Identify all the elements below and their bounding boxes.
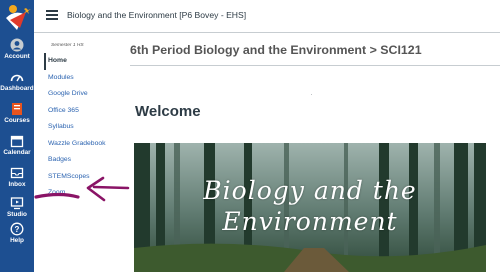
course-nav-home[interactable]: Home bbox=[44, 53, 114, 70]
welcome-heading: Welcome bbox=[135, 103, 201, 120]
term-label: Semester 1 HS bbox=[51, 43, 84, 48]
global-nav: Account Dashboard Courses Calendar Inbox bbox=[0, 0, 34, 272]
banner-title-line-1: Biology and the bbox=[203, 176, 417, 205]
course-nav-stemscopes[interactable]: STEMScopes bbox=[44, 169, 114, 186]
global-nav-calendar[interactable]: Calendar bbox=[0, 134, 34, 166]
course-header: Biology and the Environment [P6 Bovey - … bbox=[34, 0, 500, 33]
global-nav-help[interactable]: ? Help bbox=[0, 222, 34, 254]
global-nav-label: Studio bbox=[7, 211, 27, 218]
course-nav-syllabus[interactable]: Syllabus bbox=[44, 119, 114, 136]
account-icon bbox=[10, 38, 24, 52]
calendar-icon bbox=[10, 135, 24, 148]
course-nav-google-drive[interactable]: Google Drive bbox=[44, 86, 114, 103]
global-nav-courses[interactable]: Courses bbox=[0, 102, 34, 134]
global-nav-label: Inbox bbox=[8, 181, 26, 188]
banner-title-line-2: Environment bbox=[222, 207, 398, 236]
course-nav-office-365[interactable]: Office 365 bbox=[44, 103, 114, 120]
hamburger-menu-icon[interactable] bbox=[46, 10, 58, 20]
inbox-icon bbox=[10, 167, 24, 179]
course-banner-image: Biology and the Environment bbox=[134, 143, 486, 272]
course-nav-wazzle-gradebook[interactable]: Wazzle Gradebook bbox=[44, 136, 114, 153]
title-divider bbox=[130, 65, 500, 66]
global-nav-label: Account bbox=[4, 53, 30, 60]
help-icon: ? bbox=[10, 222, 24, 236]
page-title: 6th Period Biology and the Environment >… bbox=[130, 43, 422, 57]
courses-icon bbox=[12, 103, 22, 115]
school-logo[interactable] bbox=[2, 0, 32, 34]
stray-dot: . bbox=[311, 91, 313, 97]
global-nav-account[interactable]: Account bbox=[0, 38, 34, 70]
global-nav-dashboard[interactable]: Dashboard bbox=[0, 70, 34, 102]
course-nav-zoom[interactable]: Zoom bbox=[44, 185, 114, 202]
global-nav-label: Dashboard bbox=[0, 85, 34, 92]
course-nav-badges[interactable]: Badges bbox=[44, 152, 114, 169]
global-nav-label: Calendar bbox=[3, 149, 31, 156]
course-nav: Home Modules Google Drive Office 365 Syl… bbox=[44, 53, 114, 202]
dashboard-icon bbox=[10, 74, 24, 82]
svg-text:?: ? bbox=[15, 225, 20, 234]
studio-icon bbox=[10, 197, 24, 210]
course-nav-modules[interactable]: Modules bbox=[44, 70, 114, 87]
global-nav-inbox[interactable]: Inbox bbox=[0, 166, 34, 198]
global-nav-label: Courses bbox=[4, 117, 30, 124]
global-nav-label: Help bbox=[10, 237, 24, 244]
breadcrumb[interactable]: Biology and the Environment [P6 Bovey - … bbox=[67, 10, 246, 20]
